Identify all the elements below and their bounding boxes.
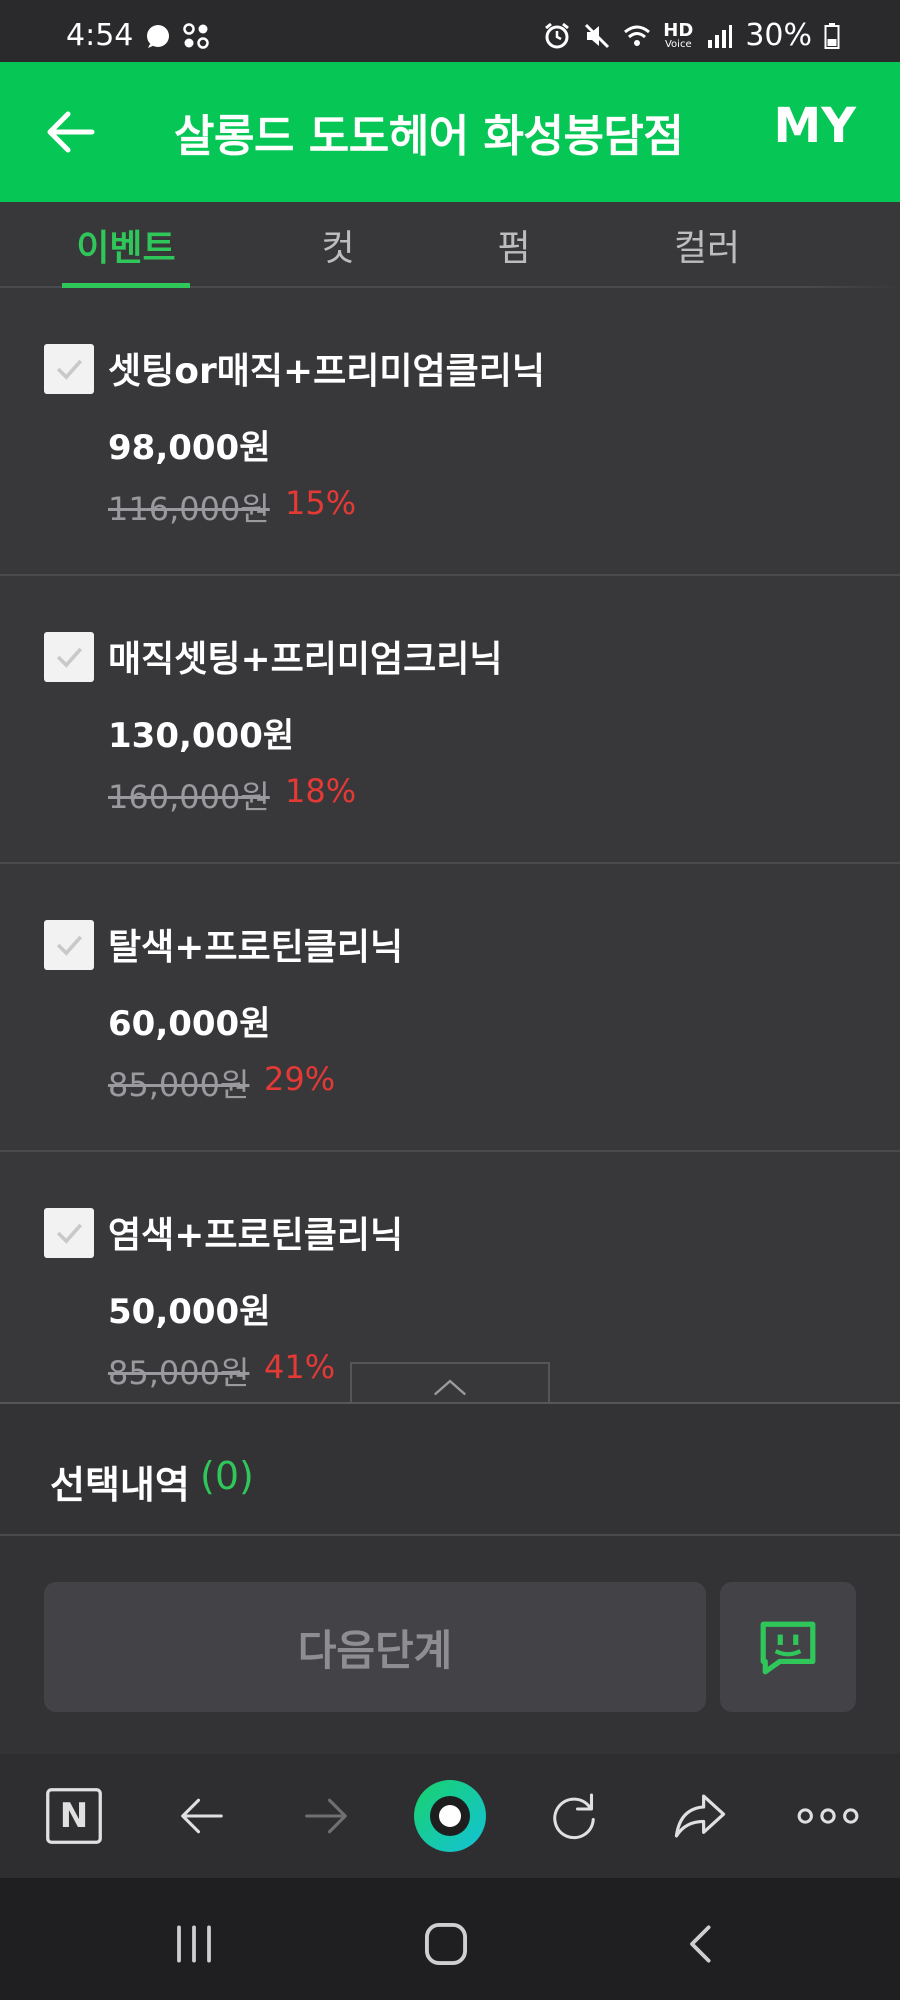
item-title: 탈색+프로틴클리닉 [108,927,404,968]
item-discount: 41% [264,1348,336,1386]
item-checkbox[interactable] [44,1208,94,1258]
item-price: 60,000원 [108,1004,271,1044]
check-icon [56,935,83,956]
arrow-right-icon [305,1798,347,1834]
item-discount: 15% [285,484,357,522]
arrow-left-icon [181,1798,223,1834]
selection-count: (0) [200,1454,254,1498]
tab-event[interactable]: 이벤트 [62,202,190,288]
home-square-icon [424,1922,468,1966]
item-price: 98,000원 [108,428,271,468]
item-title: 매직셋팅+프리미엄크리닉 [108,639,503,680]
chevron-up-icon [433,1379,467,1396]
app-grid-icon [183,23,209,49]
wifi-icon [624,25,651,46]
system-back-button[interactable] [672,1914,732,1974]
chat-button[interactable] [720,1582,856,1712]
share-button[interactable] [668,1784,732,1848]
list-item[interactable]: 셋팅or매직+프리미엄클리닉 98,000원 116,000원 15% [0,288,900,576]
message-bubble-icon [147,25,169,48]
check-icon [56,1223,83,1244]
selection-label: 선택내역 [50,1463,190,1507]
check-icon [56,647,83,668]
item-checkbox[interactable] [44,632,94,682]
naver-n-letter: N [59,1796,89,1836]
system-nav-bar [0,1878,900,2000]
refresh-button[interactable] [542,1784,606,1848]
item-original-price: 85,000원 [108,1066,250,1104]
hd-voice-label: HD Voice [663,19,694,50]
app-header: 살롱드 도도헤어 화성봉담점 MY [0,62,900,202]
item-discount: 29% [264,1060,336,1098]
status-time: 4:54 [66,18,134,53]
item-title: 셋팅or매직+프리미엄클리닉 [108,351,545,392]
list-item[interactable]: 매직셋팅+프리미엄크리닉 130,000원 160,000원 18% [0,576,900,864]
chevron-left-icon [690,1925,711,1963]
item-checkbox[interactable] [44,344,94,394]
recent-apps-icon [177,1925,211,1963]
browser-forward-button[interactable] [294,1784,358,1848]
item-original-price: 85,000원 [108,1354,250,1392]
item-discount: 18% [285,772,357,810]
more-button[interactable] [790,1784,866,1848]
category-tabs: 이벤트 컷 펌 컬러 [0,202,900,288]
next-step-button[interactable]: 다음단계 [44,1582,706,1712]
selection-panel: 선택내역 (0) 다음단계 [0,1402,900,1754]
back-button[interactable] [42,102,102,162]
battery-percent: 30% [745,18,812,53]
browser-back-button[interactable] [170,1784,234,1848]
naver-home-button[interactable]: N [42,1784,106,1848]
share-arrow-icon [674,1794,726,1838]
menu-list: 셋팅or매직+프리미엄클리닉 98,000원 116,000원 15% 매직셋팅… [0,288,900,1440]
tabs-fade-overlay [810,202,900,288]
page-title: 살롱드 도도헤어 화성봉담점 [174,111,684,162]
green-dot-button[interactable] [410,1776,490,1856]
tab-perm[interactable]: 펌 [474,202,554,288]
refresh-icon [553,1793,595,1840]
list-item[interactable]: 탈색+프로틴클리닉 60,000원 85,000원 29% [0,864,900,1152]
status-notification-icons [144,22,210,50]
check-icon [56,359,83,380]
item-original-price: 116,000원 [108,490,270,528]
status-bar: 4:54 HD Voice 30% [0,0,900,62]
item-original-price: 160,000원 [108,778,270,816]
panel-toggle-handle[interactable] [350,1362,550,1404]
panel-divider [0,1534,900,1536]
my-button[interactable]: MY [773,98,856,154]
more-dots-icon [797,1808,859,1824]
browser-toolbar: N [0,1754,900,1878]
battery-icon [824,22,840,49]
status-system-icons: HD Voice 30% [543,18,840,53]
green-dot-icon [414,1780,486,1852]
item-price: 130,000원 [108,716,295,756]
home-button[interactable] [416,1914,476,1974]
recent-apps-button[interactable] [164,1914,224,1974]
chat-bubble-icon [760,1621,816,1675]
tab-cut[interactable]: 컷 [300,202,376,288]
signal-icon [708,24,733,48]
tab-color[interactable]: 컬러 [660,202,754,288]
arrow-left-icon [47,111,95,153]
item-checkbox[interactable] [44,920,94,970]
mute-icon [585,23,610,48]
alarm-icon [545,22,570,48]
item-title: 염색+프로틴클리닉 [108,1215,404,1256]
item-price: 50,000원 [108,1292,271,1332]
